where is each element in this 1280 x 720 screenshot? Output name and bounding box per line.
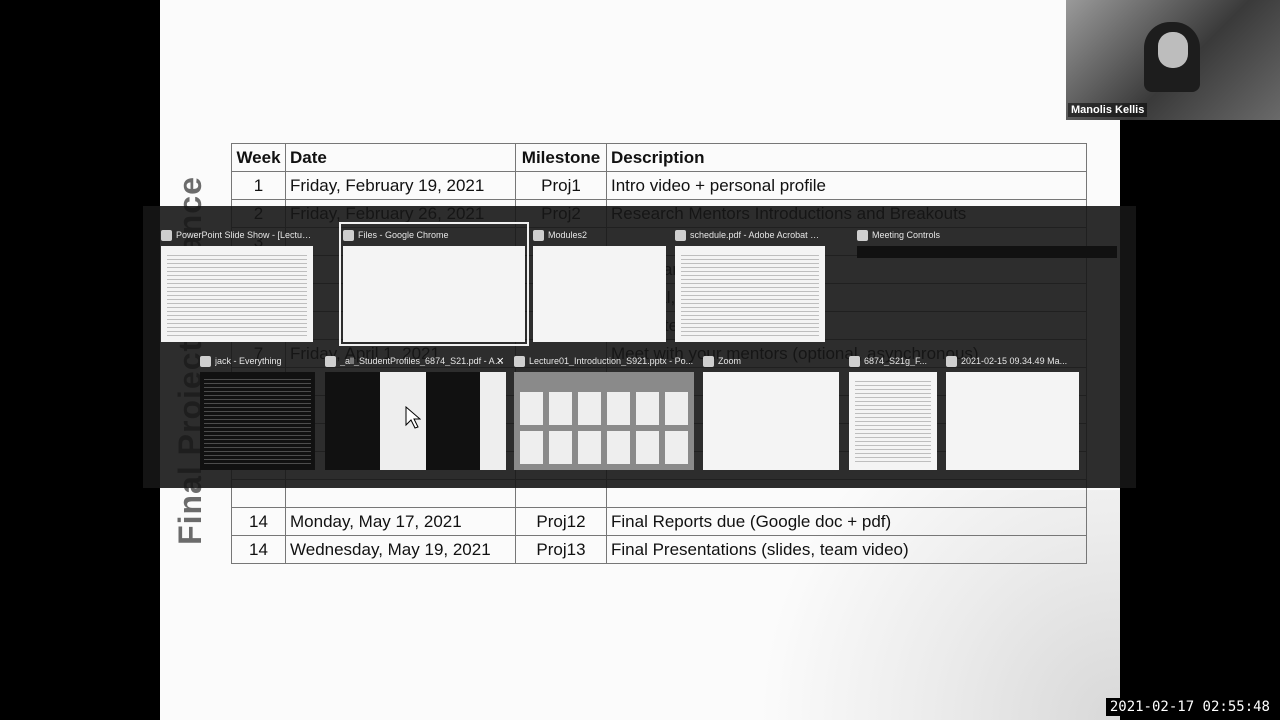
window-title: 6874_S21g_F... <box>864 356 928 366</box>
participant-name: Manolis Kellis <box>1068 103 1148 117</box>
cell-milestone: Proj12 <box>515 507 607 536</box>
col-header-date: Date <box>285 143 516 172</box>
window-thumb-powerpoint-slideshow[interactable]: PowerPoint Slide Show - [Lecture01_I... <box>161 226 313 342</box>
pdf-icon <box>325 355 336 367</box>
document-icon <box>849 355 860 367</box>
cell-week: 1 <box>231 171 286 200</box>
window-title-bar: _all_StudentProfiles_6874_S21.pdf - Ad..… <box>325 352 506 370</box>
cell-milestone: Proj13 <box>515 535 607 564</box>
window-title-bar: Meeting Controls <box>857 226 1117 244</box>
col-header-description: Description <box>606 143 1087 172</box>
window-title: Modules2 <box>548 230 588 240</box>
cell-week: 14 <box>231 507 286 536</box>
powerpoint-icon <box>161 229 172 241</box>
window-thumb-zoom[interactable]: Zoom <box>703 352 839 470</box>
window-preview <box>200 372 315 470</box>
window-title: schedule.pdf - Adobe Acrobat Pro D... <box>690 230 825 240</box>
window-preview <box>533 246 666 342</box>
window-title: PowerPoint Slide Show - [Lecture01_I... <box>176 230 313 240</box>
window-preview <box>343 246 525 342</box>
col-header-week: Week <box>231 143 286 172</box>
window-preview <box>514 372 694 470</box>
table-row: 14 Monday, May 17, 2021 Proj12 Final Report… <box>231 507 1087 536</box>
window-thumb-meeting-recording[interactable]: 2021-02-15 09.34.49 Ma... <box>946 352 1079 470</box>
window-title-bar: PowerPoint Slide Show - [Lecture01_I... <box>161 226 313 244</box>
window-preview <box>703 372 839 470</box>
window-title-bar: 2021-02-15 09.34.49 Ma... <box>946 352 1079 370</box>
zoom-icon <box>857 229 868 241</box>
table-header-row: Week Date Milestone Description <box>231 143 1087 172</box>
window-title: Zoom <box>718 356 742 366</box>
table-row: 1 Friday, February 19, 2021 Proj1 Intro vid… <box>231 171 1087 200</box>
table-row: 14 Wednesday, May 19, 2021 Proj13 Final Pre… <box>231 535 1087 564</box>
window-title: Files - Google Chrome <box>358 230 449 240</box>
recording-timestamp: 2021-02-17 02:55:48 <box>1105 698 1274 716</box>
window-title-bar: Modules2 <box>533 226 666 244</box>
window-thumb-chrome-files[interactable]: Files - Google Chrome <box>339 222 529 346</box>
webcam-video: Manolis Kellis <box>1066 0 1280 120</box>
cell-week: 14 <box>231 535 286 564</box>
cell-description: Intro video + personal profile <box>606 171 1087 200</box>
window-thumb-6874-document[interactable]: 6874_S21g_F... <box>849 352 937 470</box>
col-header-milestone: Milestone <box>515 143 607 172</box>
alt-tab-window-switcher: PowerPoint Slide Show - [Lecture01_I... … <box>143 206 1136 488</box>
window-title: Lecture01_Introduction_S921.pptx - Po... <box>529 356 694 366</box>
cell-description: Final Presentations (slides, team video) <box>606 535 1087 564</box>
cell-date: Wednesday, May 19, 2021 <box>285 535 516 564</box>
zoom-icon <box>703 355 714 367</box>
cell-date: Monday, May 17, 2021 <box>285 507 516 536</box>
window-preview <box>946 372 1079 470</box>
window-thumb-schedule-pdf[interactable]: schedule.pdf - Adobe Acrobat Pro D... <box>675 226 825 342</box>
screen: Final Project Guidance Week Date Milesto… <box>0 0 1280 720</box>
cell-date: Friday, February 19, 2021 <box>285 171 516 200</box>
close-icon[interactable]: × <box>496 354 504 367</box>
cell-description: Final Reports due (Google doc + pdf) <box>606 507 1087 536</box>
window-preview <box>857 246 1117 258</box>
window-title-bar: schedule.pdf - Adobe Acrobat Pro D... <box>675 226 825 244</box>
document-icon <box>533 229 544 241</box>
document-icon <box>946 355 957 367</box>
window-preview <box>161 246 313 342</box>
window-thumb-meeting-controls[interactable]: Meeting Controls <box>857 226 1117 266</box>
window-preview <box>675 246 825 342</box>
window-thumb-everything-search[interactable]: jack - Everything <box>200 352 315 470</box>
window-preview <box>849 372 937 470</box>
powerpoint-icon <box>514 355 525 367</box>
pdf-icon <box>675 229 686 241</box>
chrome-icon <box>343 229 354 241</box>
window-thumb-lecture01-pptx[interactable]: Lecture01_Introduction_S921.pptx - Po... <box>514 352 694 470</box>
participant-face <box>1158 32 1188 68</box>
mouse-cursor-icon <box>405 406 421 429</box>
window-title: Meeting Controls <box>872 230 941 240</box>
window-title-bar: jack - Everything <box>200 352 315 370</box>
window-title: _all_StudentProfiles_6874_S21.pdf - Ad..… <box>340 356 506 366</box>
window-title: jack - Everything <box>215 356 282 366</box>
cell-milestone: Proj1 <box>515 171 607 200</box>
window-title-bar: Lecture01_Introduction_S921.pptx - Po... <box>514 352 694 370</box>
window-thumb-modules2[interactable]: Modules2 <box>533 226 666 342</box>
window-title: 2021-02-15 09.34.49 Ma... <box>961 356 1068 366</box>
window-title-bar: Zoom <box>703 352 839 370</box>
window-title-bar: Files - Google Chrome <box>343 226 525 244</box>
window-title-bar: 6874_S21g_F... <box>849 352 937 370</box>
search-icon <box>200 355 211 367</box>
